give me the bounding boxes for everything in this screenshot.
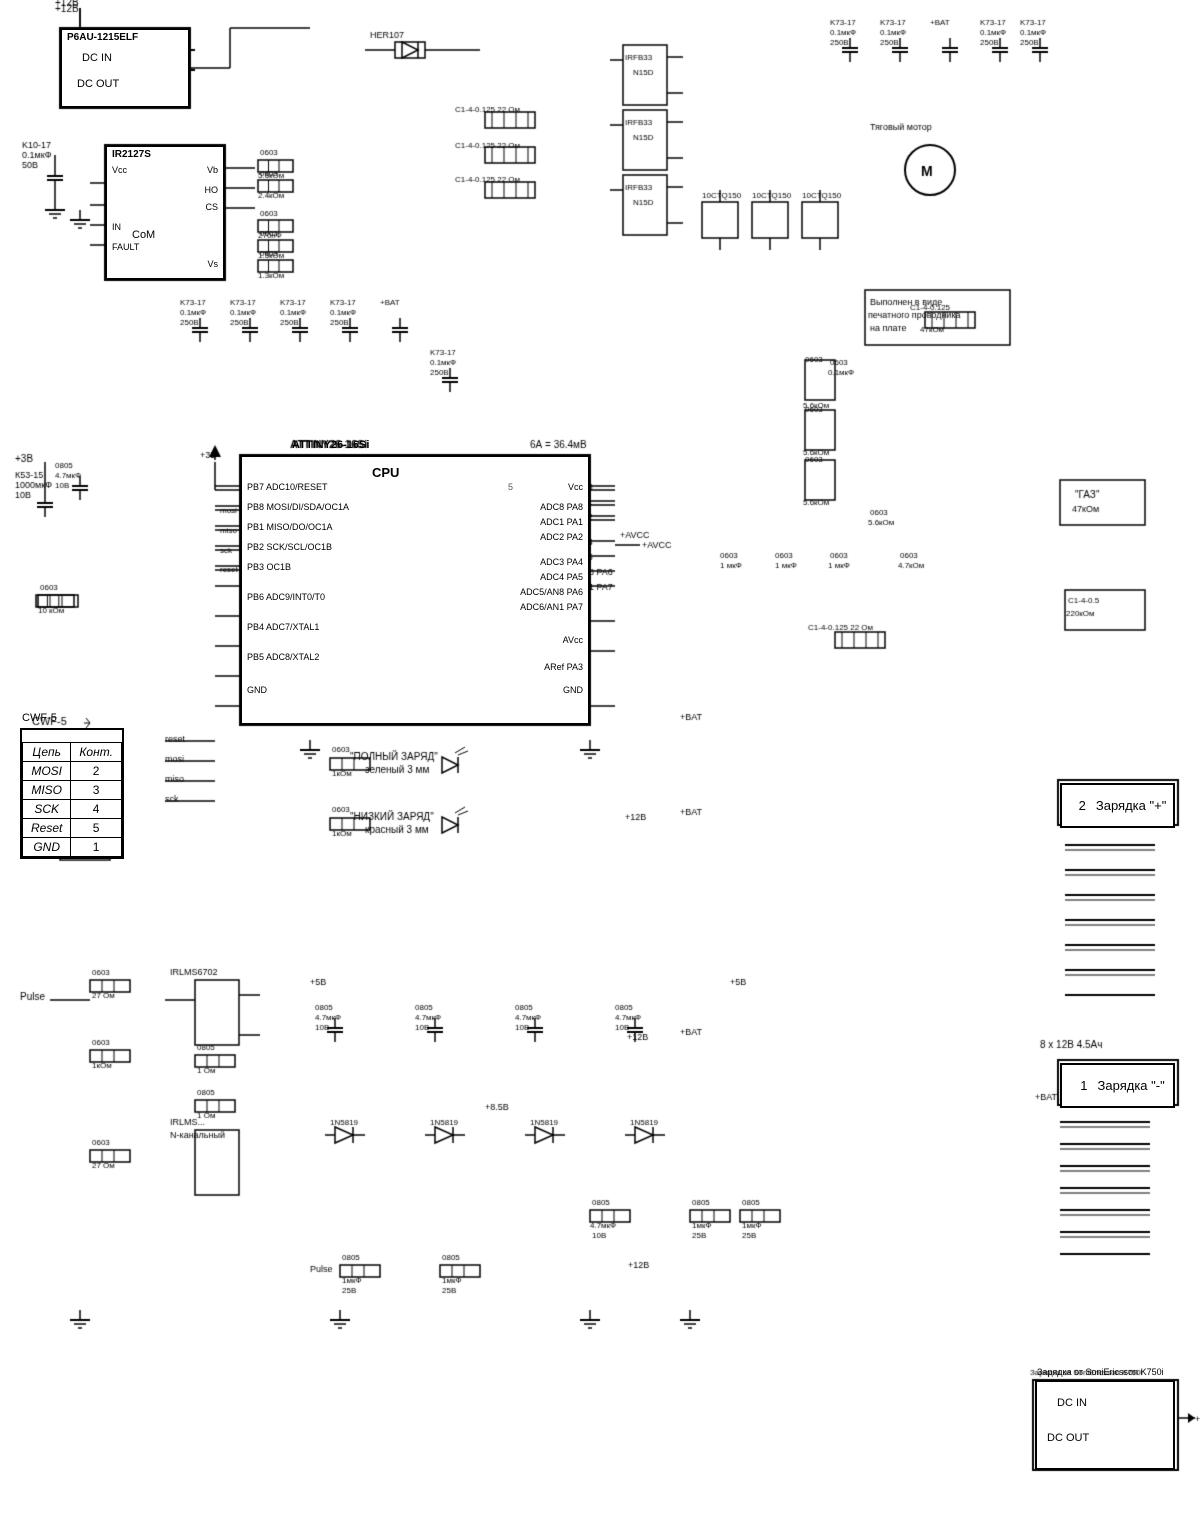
cwf5-label: CWF-5 <box>22 712 122 724</box>
charge-minus-number: 1 <box>1080 1078 1087 1093</box>
ir2127s-in: IN <box>112 222 121 232</box>
connector-pin: 1 <box>71 838 122 857</box>
connector-net: MISO <box>23 781 71 800</box>
charge-minus-label: Зарядка "-" <box>1098 1078 1165 1093</box>
ic-p6au-dcout: DC OUT <box>77 78 119 90</box>
pin-pb7: PB7 ADC10/RESET <box>247 482 328 492</box>
charger-dcout: DC OUT <box>1047 1432 1089 1444</box>
pin-adc4-pa5: ADC4 PA5 <box>540 572 583 582</box>
ir2127s-cs: CS <box>205 202 218 212</box>
pin-gnd-right: GND <box>563 685 583 695</box>
pin-pb4: PB4 ADC7/XTAL1 <box>247 622 319 632</box>
attiny26-cpu: CPU <box>372 465 399 480</box>
charger-dcin: DC IN <box>1057 1397 1087 1409</box>
connector-net: GND <box>23 838 71 857</box>
pin-pb8: PB8 MOSI/DI/SDA/OC1A <box>247 502 349 512</box>
pin-pb2: PB2 SCK/SCL/OC1B <box>247 542 332 552</box>
col-pin: Конт. <box>71 743 122 762</box>
pin-avcc: AVcc <box>563 635 583 645</box>
connector-pin: 2 <box>71 762 122 781</box>
charger-ref-label: Зарядка от SoniEricsson K750i <box>1037 1367 1164 1377</box>
pin-gnd-left: GND <box>247 685 267 695</box>
ic-p6au: P6AU-1215ELF DC IN DC OUT <box>60 28 190 108</box>
pin-pb1: PB1 MISO/DO/OC1A <box>247 522 333 532</box>
col-net: Цепь <box>23 743 71 762</box>
pin-pb6: PB6 ADC9/INT0/T0 <box>247 592 325 602</box>
ic-p6au-dcin: DC IN <box>82 52 112 64</box>
pin-adc1-pa1: ADC1 PA1 <box>540 517 583 527</box>
charger-box: Зарядка от SoniEricsson K750i DC IN DC O… <box>1035 1380 1175 1470</box>
com-label: CoM <box>132 229 155 241</box>
pin-pb3: PB3 OC1B <box>247 562 291 572</box>
ic-ir2127s-label: IR2127S <box>112 149 151 160</box>
connector-net: MOSI <box>23 762 71 781</box>
ir2127s-vb: Vb <box>207 165 218 175</box>
charge-plus-box: 2 Зарядка "+" <box>1060 783 1175 828</box>
attiny26-label: ATTINY26-16Si <box>292 439 369 451</box>
pnum-5: 5 <box>508 482 513 492</box>
charge-plus-label: Зарядка "+" <box>1096 798 1166 813</box>
connector-pin: 4 <box>71 800 122 819</box>
ir2127s-ho: HO <box>205 185 219 195</box>
connector-net: Reset <box>23 819 71 838</box>
cwf5-connector: CWF-5 Цепь Конт. MOSI2MISO3SCK4Reset5GND… <box>20 728 124 859</box>
ir2127s-fault: FAULT <box>112 242 139 252</box>
connector-net: SCK <box>23 800 71 819</box>
pin-adc3-pa4: ADC3 PA4 <box>540 557 583 567</box>
connector-table: Цепь Конт. MOSI2MISO3SCK4Reset5GND1 <box>22 742 122 857</box>
pin-adc6-pa7: ADC6/AN1 PA7 <box>520 602 583 612</box>
pin-pb5: PB5 ADC8/XTAL2 <box>247 652 319 662</box>
connector-pin: 3 <box>71 781 122 800</box>
ic-attiny26: ATTINY26-16Si CPU PB7 ADC10/RESET PB8 MO… <box>240 455 590 725</box>
charge-minus-box: 1 Зарядка "-" <box>1060 1063 1175 1108</box>
pin-adc2-pa2: ADC2 PA2 <box>540 532 583 542</box>
ir2127s-vcc: Vcc <box>112 165 127 175</box>
schematic-container: P6AU-1215ELF DC IN DC OUT IR2127S Vcc Vb… <box>0 0 1200 1531</box>
pin-adc8-pa8: ADC8 PA8 <box>540 502 583 512</box>
ir2127s-vs: Vs <box>207 259 218 269</box>
pin-vcc-r: Vcc <box>568 482 583 492</box>
connector-pin: 5 <box>71 819 122 838</box>
ic-ir2127s: IR2127S Vcc Vb HO CS IN FAULT Vs <box>105 145 225 280</box>
charge-plus-number: 2 <box>1079 798 1086 813</box>
pin-aref-pa3: ARef PA3 <box>544 662 583 672</box>
pin-adc5-pa6: ADC5/AN8 PA6 <box>520 587 583 597</box>
ic-p6au-label: P6AU-1215ELF <box>67 32 138 43</box>
